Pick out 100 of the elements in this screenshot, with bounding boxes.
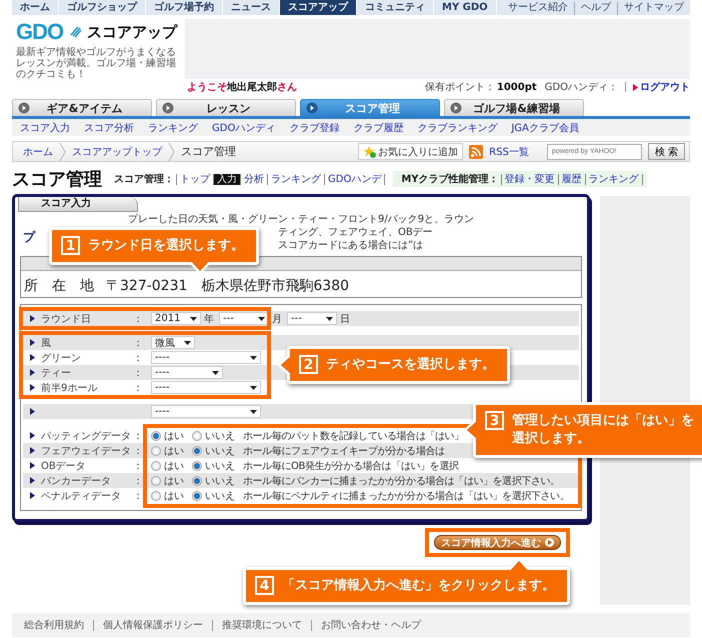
radio-button[interactable] xyxy=(192,490,202,500)
field-label: ラウンド日 xyxy=(41,312,92,326)
page-title: スコア管理 xyxy=(12,168,102,191)
address-text: 〒327-0231 栃木県佐野市飛駒6380 xyxy=(106,277,350,295)
footer-link[interactable]: 推奨環境について xyxy=(212,620,311,630)
radio-button[interactable] xyxy=(192,446,202,456)
menu-link[interactable]: GDOハンデ xyxy=(324,174,384,184)
radio-label: いいえ xyxy=(205,460,235,472)
sub-nav-link[interactable]: スコア入力 xyxy=(20,120,70,134)
bullet-icon xyxy=(30,477,34,484)
handicap-label: GDOハンディ： xyxy=(544,81,618,94)
sub-nav-link[interactable]: ランキング xyxy=(148,120,198,134)
bullet-icon xyxy=(30,432,34,439)
radio-button[interactable] xyxy=(192,430,202,440)
colon: ： xyxy=(133,382,144,394)
footer-link[interactable]: 個人情報保護ポリシー xyxy=(93,620,212,630)
step-number: 4 xyxy=(255,576,274,595)
dropdown[interactable]: ---- xyxy=(151,381,261,394)
dropdown[interactable]: ---- xyxy=(151,366,223,379)
radio-label: いいえ xyxy=(205,490,235,502)
user-name: 地出尾太郎 xyxy=(227,82,277,93)
breadcrumb-current: スコア管理 xyxy=(181,144,236,159)
menu-link[interactable]: 履歴 xyxy=(558,174,585,184)
bullet-icon xyxy=(30,462,34,469)
field-note: ホール毎にペナルティに捕まったかが分かる場合は「はい」を選択下さい。 xyxy=(243,490,570,502)
dropdown[interactable]: --- xyxy=(287,312,337,325)
field-label: OBデータ xyxy=(41,460,87,472)
radio-button[interactable] xyxy=(151,460,161,470)
dropdown[interactable]: ---- xyxy=(151,351,261,364)
sub-nav-link[interactable]: クラブ登録 xyxy=(289,120,340,134)
triangle-right-icon xyxy=(633,84,638,90)
callout-text: 「スコア情報入力へ進む」をクリックします。 xyxy=(282,577,555,595)
colon: ： xyxy=(133,444,144,458)
colon: ： xyxy=(133,490,144,502)
caret-icon xyxy=(250,356,257,360)
intro-lead: プ xyxy=(23,230,35,244)
nav-tab[interactable]: MY GDO xyxy=(434,0,497,15)
footer-link[interactable]: お問い合わせ・ヘルプ xyxy=(311,620,430,630)
footer-link[interactable]: 総合利用規約 xyxy=(24,620,93,630)
colon: ： xyxy=(133,336,144,350)
unit-label: 日 xyxy=(340,312,350,326)
sub-nav-link[interactable]: GDOハンディ xyxy=(212,120,276,134)
radio-label: いいえ xyxy=(205,430,235,442)
category-tab[interactable]: ギア&アイテム xyxy=(12,99,152,116)
nav-tab[interactable]: コミュニティ xyxy=(357,0,434,15)
intro-text: ティング、フェアウェイ、OBデー xyxy=(278,226,434,239)
bullet-icon xyxy=(30,492,34,499)
header-link[interactable]: ヘルプ xyxy=(574,2,617,15)
radio-button[interactable] xyxy=(192,476,202,486)
menu-link[interactable]: 入力 xyxy=(213,174,240,184)
menu-link[interactable]: ランキング xyxy=(584,174,642,184)
caret-icon xyxy=(250,386,257,390)
category-tab[interactable]: ゴルフ場&練習場 xyxy=(444,99,584,116)
field-label: ティー xyxy=(41,366,72,380)
category-tab[interactable]: レッスン xyxy=(156,99,296,116)
step-number: 2 xyxy=(299,355,318,374)
colon: ： xyxy=(133,366,144,380)
tagline: 最新ギア情報やゴルフがうまくなるレッスンが満載。ゴルフ場・練習場のクチコミも！ xyxy=(16,47,177,80)
sub-nav-link[interactable]: クラブ履歴 xyxy=(353,120,404,134)
header-link[interactable]: サービス紹介 xyxy=(502,2,574,15)
step-number: 3 xyxy=(485,411,504,430)
nav-tab[interactable]: スコアアップ xyxy=(280,0,357,15)
honorific-text: さん xyxy=(277,82,297,93)
dropdown[interactable]: 2011 xyxy=(151,312,201,325)
dropdown[interactable]: 微風 xyxy=(151,336,195,349)
dropdown[interactable]: --- xyxy=(219,312,269,325)
radio-button[interactable] xyxy=(151,446,161,456)
search-button[interactable]: 検 索 xyxy=(648,143,685,160)
site-title: スコアアップ xyxy=(87,22,178,42)
radio-label: いいえ xyxy=(205,444,235,458)
radio-label: はい xyxy=(164,474,184,488)
field-label: フェアウェイデータ xyxy=(41,444,132,458)
dropdown[interactable]: ---- xyxy=(151,405,261,418)
breadcrumb-link[interactable]: スコアアップトップ xyxy=(72,144,162,158)
favorite-button[interactable]: お気に入りに追加 xyxy=(358,143,464,160)
bullet-icon xyxy=(30,384,34,391)
nav-tab[interactable]: ホーム xyxy=(12,0,59,15)
header-link[interactable]: サイトマップ xyxy=(617,2,690,15)
radio-button[interactable] xyxy=(151,430,161,440)
menu-link[interactable]: 分析 xyxy=(240,174,267,184)
radio-button[interactable] xyxy=(151,476,161,486)
step-number: 1 xyxy=(61,236,80,255)
callout-text: ラウンド日を選択します。 xyxy=(88,237,244,255)
rss-link[interactable]: RSS一覧 xyxy=(489,144,529,158)
radio-button[interactable] xyxy=(192,460,202,470)
radio-button[interactable] xyxy=(151,490,161,500)
field-label: 前半9ホール xyxy=(41,382,98,394)
sub-nav-link[interactable]: スコア分析 xyxy=(84,120,134,134)
sub-nav-link[interactable]: クラブランキング xyxy=(417,120,498,134)
colon: ： xyxy=(133,474,144,488)
field-note: ホール毎のパット数を記録している場合は「はい」 xyxy=(243,430,464,442)
logout-link[interactable]: ログアウト xyxy=(640,80,690,94)
menu-label: スコア管理： xyxy=(114,172,174,186)
menu-link[interactable]: 登録・変更 xyxy=(500,174,558,184)
breadcrumb-link[interactable]: ホーム xyxy=(23,144,53,158)
rss-icon xyxy=(469,144,484,158)
nav-tab[interactable]: ゴルフ場予約 xyxy=(146,0,223,15)
menu-link[interactable]: ランキング xyxy=(267,174,324,184)
sub-nav-link[interactable]: JGAクラブ会員 xyxy=(511,120,579,134)
nav-tab[interactable]: ゴルフショップ xyxy=(59,0,146,15)
